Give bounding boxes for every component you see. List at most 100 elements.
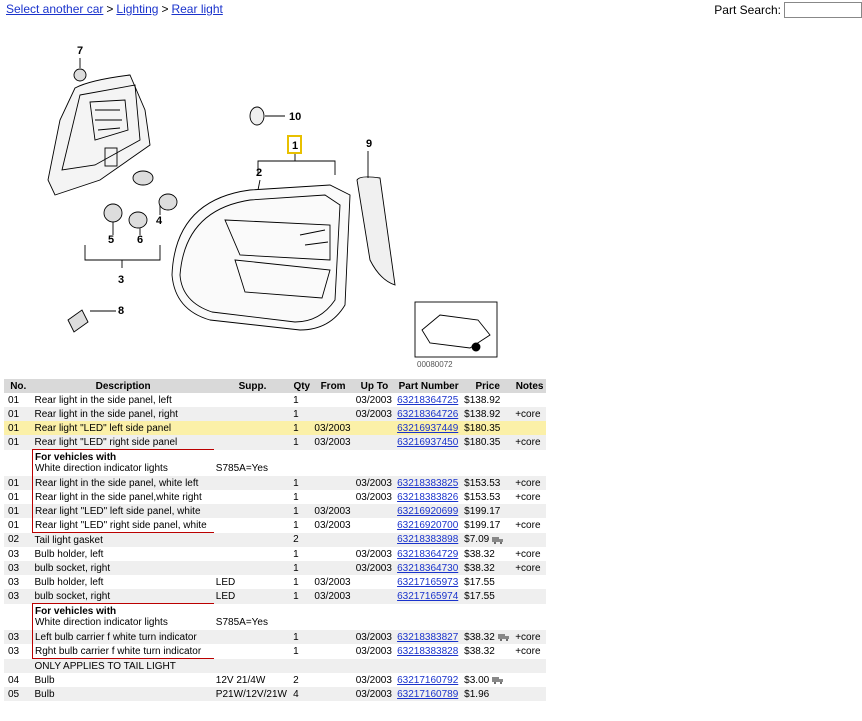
row-price: $153.53 (462, 476, 514, 490)
row-description: Rear light "LED" left side panel (32, 421, 214, 435)
part-number-link[interactable]: 63216937450 (397, 437, 458, 448)
breadcrumb-lighting[interactable]: Lighting (116, 2, 158, 16)
row-supp (213, 532, 292, 547)
row-notes: +core (515, 645, 541, 657)
part-number-link[interactable]: 63218383898 (397, 534, 458, 545)
part-number-link[interactable]: 63218364726 (397, 409, 458, 420)
row-description: bulb socket, right (32, 589, 214, 604)
part-number-link[interactable]: 63216920699 (397, 506, 458, 517)
col-notes: Notes (513, 379, 546, 393)
row-from (312, 644, 353, 659)
row-no: 03 (8, 548, 20, 560)
part-number-link[interactable]: 63217165973 (397, 577, 458, 588)
row-description: Tail light gasket (32, 532, 214, 547)
table-header: No. Description Supp. Qty From Up To Par… (4, 379, 546, 393)
part-number-link[interactable]: 63218383825 (397, 478, 458, 489)
row-notes: +core (513, 407, 546, 421)
table-row: 03 Rght bulb carrier f white turn indica… (4, 644, 546, 659)
col-no: No. (4, 379, 33, 393)
col-part-number: Part Number (395, 379, 463, 393)
row-supp (213, 561, 292, 575)
row-notes: +core (515, 491, 541, 503)
row-notes (513, 589, 546, 604)
row-no: 01 (4, 421, 33, 435)
row-notes (513, 575, 546, 589)
row-from: 03/2003 (312, 435, 354, 450)
row-qty: 1 (291, 407, 313, 421)
row-price: $7.09 (464, 534, 490, 546)
part-number-link[interactable]: 63218364725 (397, 395, 458, 406)
row-supp (213, 407, 292, 421)
row-qty: 1 (293, 394, 299, 406)
row-supp (213, 476, 292, 490)
row-notes (513, 687, 546, 701)
callout-8: 8 (118, 305, 124, 317)
part-number-link[interactable]: 63216920700 (397, 520, 458, 531)
row-from: 03/2003 (314, 576, 351, 588)
part-number-link[interactable]: 63218383828 (397, 646, 458, 657)
row-supp (214, 518, 291, 533)
parts-table: No. Description Supp. Qty From Up To Par… (4, 379, 546, 701)
row-qty: 1 (291, 421, 313, 435)
row-no: 01 (4, 435, 33, 450)
row-supp: 12V 21/4W (215, 674, 266, 686)
condition-code: S785A=Yes (213, 449, 292, 476)
row-description: Rear light in the side panel, white left (31, 476, 214, 490)
row-price: $1.96 (462, 687, 514, 701)
row-qty: 1 (293, 519, 299, 531)
row-qty: 4 (291, 687, 313, 701)
row-notes (513, 673, 546, 687)
table-row: 01 Rear light "LED" left side panel, whi… (4, 504, 546, 518)
table-row: 03 Bulb holder, left 1 03/2003 632183647… (4, 547, 546, 561)
row-description: bulb socket, right (32, 561, 214, 575)
part-number-link[interactable]: 63218364730 (397, 563, 458, 574)
row-upto: 03/2003 (353, 630, 396, 644)
callout-2: 2 (256, 167, 262, 179)
callout-4: 4 (156, 215, 163, 227)
row-upto: 03/2003 (355, 491, 392, 503)
row-from (312, 407, 354, 421)
part-number-link[interactable]: 63218364729 (397, 549, 458, 560)
row-notes: +core (515, 519, 541, 531)
part-number-link[interactable]: 63218383827 (397, 632, 458, 643)
row-qty: 2 (291, 532, 313, 547)
row-qty: 1 (291, 589, 313, 604)
row-description: Rear light "LED" left side panel, white (31, 504, 214, 518)
col-upto: Up To (353, 379, 396, 393)
row-description: Bulb holder, left (34, 548, 104, 560)
row-description: Bulb holder, left (34, 576, 104, 588)
row-no: 03 (4, 630, 33, 644)
part-number-link[interactable]: 63216937449 (397, 423, 458, 434)
table-row-highlighted: 01 Rear light "LED" left side panel 1 03… (4, 421, 546, 435)
row-supp (214, 644, 291, 659)
table-row: 03 Bulb holder, left LED 1 03/2003 63217… (4, 575, 546, 589)
row-from (312, 630, 354, 644)
part-search-input[interactable] (784, 2, 862, 18)
row-notes: +core (513, 476, 546, 490)
row-qty: 1 (293, 491, 299, 503)
row-no: 05 (4, 687, 33, 701)
table-row: 03 bulb socket, right 1 03/2003 63218364… (4, 561, 546, 575)
callout-5: 5 (108, 234, 114, 246)
part-search: Part Search: (714, 2, 862, 18)
truck-icon (497, 633, 509, 641)
parts-diagram: 7 10 1 9 2 5 6 4 3 8 00080072 (47, 45, 498, 369)
row-description: Rear light in the side panel, right (32, 407, 214, 421)
callout-3: 3 (118, 274, 124, 286)
breadcrumb-select-car[interactable]: Select another car (6, 2, 103, 16)
row-no: 01 (8, 519, 20, 531)
part-number-link[interactable]: 63217160792 (397, 675, 458, 686)
row-no: 04 (8, 674, 20, 686)
row-price: $153.53 (464, 491, 501, 503)
row-description: Rear light "LED" right side panel (32, 435, 214, 450)
part-number-link[interactable]: 63218383826 (397, 492, 458, 503)
part-number-link[interactable]: 63217165974 (397, 591, 458, 602)
row-description: Bulb (34, 674, 55, 686)
row-upto (353, 504, 396, 518)
breadcrumb-rear-light[interactable]: Rear light (171, 2, 222, 16)
row-from: 03/2003 (312, 421, 354, 435)
row-price: $38.32 (464, 631, 495, 643)
part-number-link[interactable]: 63217160789 (397, 689, 458, 700)
row-description: Rear light in the side panel, left (34, 394, 172, 406)
row-no: 02 (4, 532, 33, 547)
